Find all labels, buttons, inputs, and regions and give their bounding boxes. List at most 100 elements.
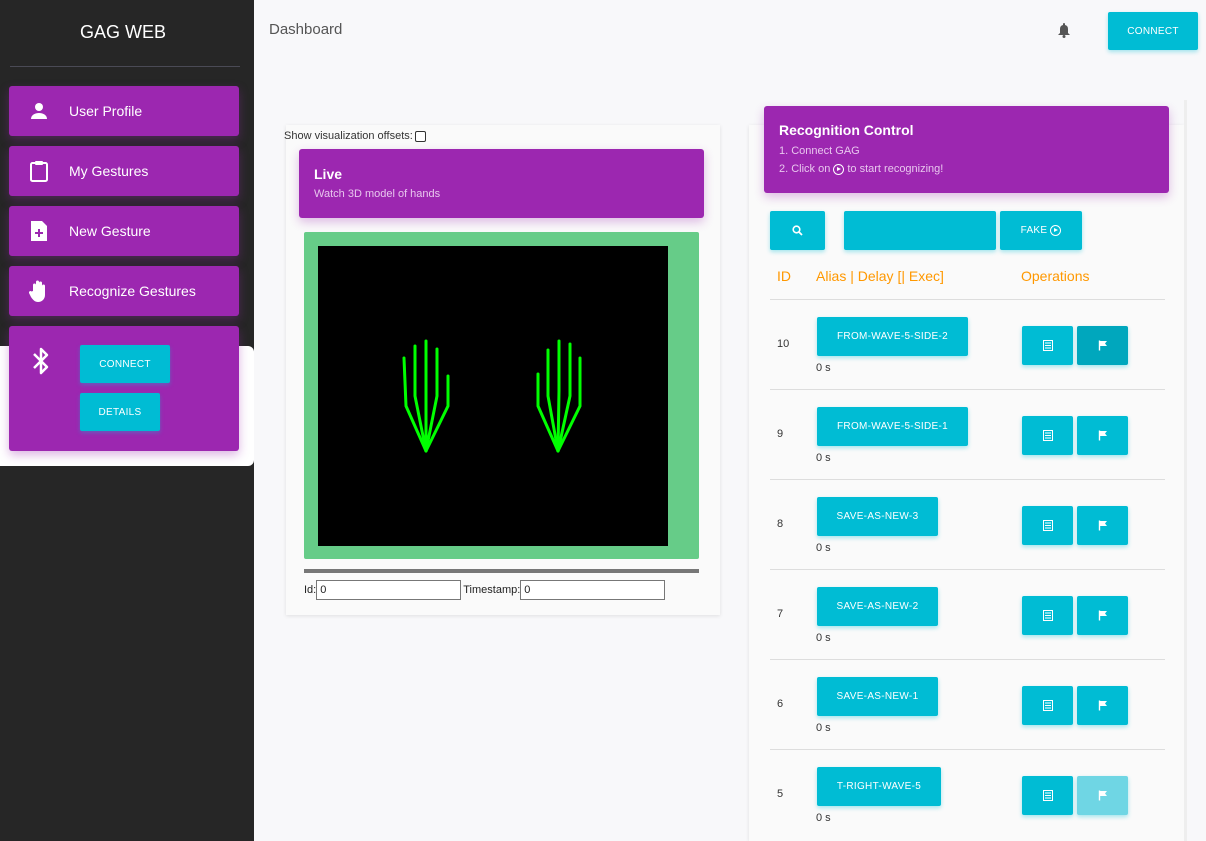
- flag-icon: [1098, 610, 1107, 621]
- gesture-delay: 0 s: [816, 362, 831, 374]
- sidebar-item-user-profile[interactable]: User Profile: [9, 86, 239, 136]
- live-subtitle: Watch 3D model of hands: [314, 188, 441, 200]
- gesture-alias-button[interactable]: SAVE-AS-NEW-3: [817, 497, 938, 536]
- bell-icon[interactable]: [1057, 22, 1071, 43]
- row-divider: [770, 569, 1165, 570]
- timestamp-field[interactable]: 0: [520, 580, 666, 600]
- list-icon: [1042, 790, 1053, 801]
- row-id: 10: [777, 338, 790, 350]
- row-divider: [770, 299, 1165, 300]
- sidebar-item-label: My Gestures: [69, 163, 149, 179]
- view-details-button[interactable]: [1022, 326, 1073, 365]
- recognition-title: Recognition Control: [779, 122, 914, 138]
- row-divider: [770, 749, 1165, 750]
- flag-icon: [1098, 700, 1107, 711]
- view-details-button[interactable]: [1022, 686, 1073, 725]
- gesture-delay: 0 s: [816, 632, 831, 644]
- gesture-delay: 0 s: [816, 812, 831, 824]
- bluetooth-panel: CONNECT DETAILS: [9, 326, 239, 451]
- column-header-id: ID: [777, 268, 791, 284]
- row-id: 5: [777, 788, 784, 800]
- row-id: 6: [777, 698, 784, 710]
- show-offsets-label: Show visualization offsets:: [284, 130, 413, 142]
- gesture-delay: 0 s: [816, 722, 831, 734]
- row-divider: [770, 479, 1165, 480]
- recognition-step-1: 1. Connect GAG: [779, 145, 860, 157]
- right-hand-model: [536, 339, 582, 453]
- recognize-control-button[interactable]: [844, 211, 996, 250]
- search-button[interactable]: [770, 211, 825, 250]
- list-icon: [1042, 430, 1053, 441]
- gesture-alias-button[interactable]: SAVE-AS-NEW-2: [817, 587, 938, 626]
- flag-button[interactable]: [1077, 506, 1128, 545]
- divider: [10, 66, 240, 67]
- step-2-suffix: to start recognizing!: [847, 163, 944, 175]
- brand-title: GAG WEB: [79, 21, 166, 42]
- sidebar-item-my-gestures[interactable]: My Gestures: [9, 146, 239, 196]
- bluetooth-details-button[interactable]: DETAILS: [80, 393, 160, 431]
- gesture-alias-button[interactable]: T-RIGHT-WAVE-5: [817, 767, 941, 806]
- sidebar-item-recognize-gestures[interactable]: Recognize Gestures: [9, 266, 239, 316]
- gesture-alias-button[interactable]: SAVE-AS-NEW-1: [817, 677, 938, 716]
- hand-visualization-canvas[interactable]: [318, 246, 668, 546]
- view-details-button[interactable]: [1022, 506, 1073, 545]
- clipboard-icon: [9, 160, 69, 182]
- view-details-button[interactable]: [1022, 416, 1073, 455]
- page-title: Dashboard: [269, 21, 343, 38]
- flag-button[interactable]: [1077, 416, 1128, 455]
- flag-icon: [1098, 790, 1107, 801]
- sidebar-item-label: Recognize Gestures: [69, 283, 196, 299]
- timestamp-label: Timestamp:: [463, 584, 521, 596]
- gesture-delay: 0 s: [816, 542, 831, 554]
- play-circle-icon: [1050, 225, 1062, 236]
- gesture-delay: 0 s: [816, 452, 831, 464]
- flag-button[interactable]: [1077, 326, 1128, 365]
- show-offsets-row: Show visualization offsets:: [284, 130, 426, 142]
- list-icon: [1042, 700, 1053, 711]
- frame-info-row: Id: 0 Timestamp: 0: [304, 580, 666, 600]
- fake-label: FAKE: [1020, 225, 1048, 236]
- recognition-header: Recognition Control 1. Connect GAG 2. Cl…: [764, 106, 1169, 193]
- flag-icon: [1098, 430, 1107, 441]
- header-connect-button[interactable]: CONNECT: [1108, 12, 1198, 50]
- timeline-slider[interactable]: [304, 569, 699, 573]
- sidebar-item-label: New Gesture: [69, 223, 151, 239]
- sidebar-item-label: User Profile: [69, 103, 143, 119]
- play-circle-icon: [833, 163, 845, 175]
- step-2-prefix: 2. Click on: [779, 163, 831, 175]
- live-title: Live: [314, 166, 343, 182]
- person-icon: [9, 101, 69, 121]
- scrollbar[interactable]: [1184, 100, 1187, 841]
- flag-button[interactable]: [1077, 596, 1128, 635]
- row-divider: [770, 659, 1165, 660]
- file-plus-icon: [9, 220, 69, 242]
- view-details-button[interactable]: [1022, 596, 1073, 635]
- flag-icon: [1098, 340, 1107, 351]
- column-header-alias: Alias | Delay [| Exec]: [816, 268, 944, 284]
- id-field[interactable]: 0: [316, 580, 462, 600]
- show-offsets-checkbox[interactable]: [414, 130, 426, 142]
- flag-button[interactable]: [1077, 776, 1128, 815]
- row-id: 9: [777, 428, 784, 440]
- column-header-operations: Operations: [1021, 268, 1090, 284]
- flag-icon: [1098, 520, 1107, 531]
- list-icon: [1042, 610, 1053, 621]
- flag-button[interactable]: [1077, 686, 1128, 725]
- id-label: Id:: [304, 584, 317, 596]
- bluetooth-connect-button[interactable]: CONNECT: [80, 345, 170, 383]
- left-hand-model: [402, 339, 450, 453]
- row-divider: [770, 389, 1165, 390]
- list-icon: [1042, 340, 1053, 351]
- gesture-alias-button[interactable]: FROM-WAVE-5-SIDE-1: [817, 407, 968, 446]
- bluetooth-icon: [31, 346, 51, 381]
- recognition-step-2: 2. Click on to start recognizing!: [779, 163, 943, 175]
- live-header: Live Watch 3D model of hands: [299, 149, 704, 218]
- gesture-alias-button[interactable]: FROM-WAVE-5-SIDE-2: [817, 317, 968, 356]
- fake-button[interactable]: FAKE: [1000, 211, 1082, 250]
- row-id: 8: [777, 518, 784, 530]
- list-icon: [1042, 520, 1053, 531]
- hand-icon: [9, 279, 69, 303]
- sidebar-item-new-gesture[interactable]: New Gesture: [9, 206, 239, 256]
- row-id: 7: [777, 608, 784, 620]
- view-details-button[interactable]: [1022, 776, 1073, 815]
